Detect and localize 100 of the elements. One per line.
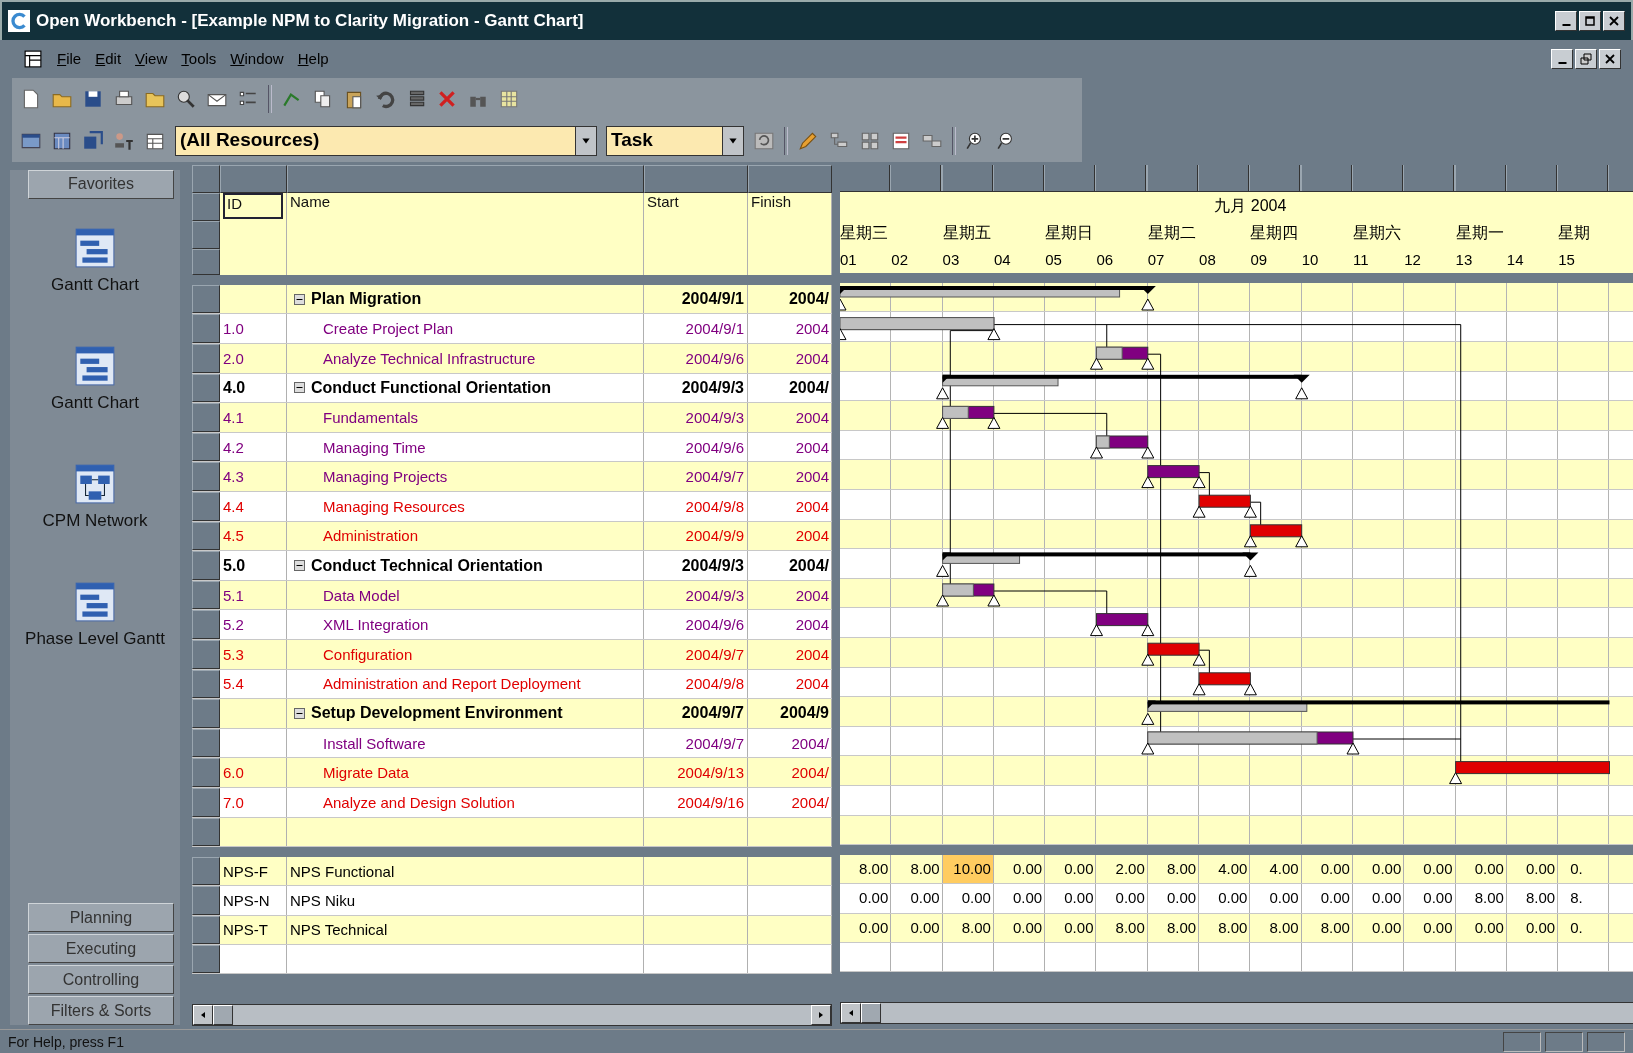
sidebar-item[interactable]: Gantt Chart xyxy=(10,340,180,417)
row-header[interactable] xyxy=(192,640,220,669)
row-header[interactable] xyxy=(192,373,220,403)
table-row[interactable]: Setup Development Environment 2004/9/7 2004/9 xyxy=(192,699,832,729)
table-row[interactable]: 5.0 Conduct Technical Orientation 2004/9/3 2004/ xyxy=(192,551,832,581)
scroll-thumb[interactable] xyxy=(213,1004,233,1025)
horizontal-scrollbar[interactable] xyxy=(192,1003,832,1026)
table-row[interactable]: NPS-N NPS Niku xyxy=(192,886,832,916)
row-header[interactable] xyxy=(192,314,220,344)
menu-item[interactable]: View xyxy=(130,48,173,70)
table-row[interactable] xyxy=(192,817,832,848)
day-label: 15 xyxy=(1558,251,1576,269)
pencil-icon[interactable] xyxy=(797,129,819,152)
menu-item[interactable]: Tools xyxy=(176,48,222,70)
table-row[interactable]: 7.0 Analyze and Design Solution 2004/9/16 2004/ xyxy=(192,787,832,818)
minimize-button[interactable] xyxy=(1555,11,1577,31)
maximize-button[interactable] xyxy=(1579,11,1601,31)
row-header[interactable] xyxy=(192,432,220,462)
save-all-icon[interactable] xyxy=(82,129,104,152)
table-row[interactable]: 4.2 Managing Time 2004/9/6 2004 xyxy=(192,432,832,463)
table-row[interactable]: 5.2 XML Integration 2004/9/6 2004 xyxy=(192,610,832,640)
table-row[interactable]: 4.0 Conduct Functional Orientation 2004/9/3 2004/ xyxy=(192,373,832,404)
row-header[interactable] xyxy=(192,817,220,847)
row-header[interactable] xyxy=(192,886,220,915)
row-header[interactable] xyxy=(192,248,220,275)
corner-header[interactable] xyxy=(192,164,220,193)
table-row[interactable]: 4.5 Administration 2004/9/9 2004 xyxy=(192,521,832,552)
sidebar-group-button[interactable]: Filters & Sorts xyxy=(28,996,174,1026)
column-header[interactable]: Finish xyxy=(751,192,791,210)
row-header[interactable] xyxy=(192,857,220,886)
table-row[interactable]: 4.3 Managing Projects 2004/9/7 2004 xyxy=(192,462,832,492)
column-header-blank[interactable] xyxy=(748,164,832,193)
table-row[interactable]: NPS-F NPS Functional xyxy=(192,857,832,887)
menu-item[interactable]: Edit xyxy=(90,48,127,70)
table-row[interactable]: 1.0 Create Project Plan 2004/9/1 2004 xyxy=(192,314,832,345)
sidebar-group-button[interactable]: Controlling xyxy=(28,965,174,995)
row-header[interactable] xyxy=(192,915,220,944)
column-header[interactable]: Start xyxy=(647,192,679,210)
allocation-cell: 0.00 xyxy=(1404,855,1456,884)
horizontal-scrollbar[interactable] xyxy=(840,1001,1633,1024)
row-header[interactable] xyxy=(192,220,220,249)
finish-date: 2004/ xyxy=(788,556,829,575)
resource-filter-dropdown[interactable]: (All Resources) xyxy=(175,125,597,156)
collapse-icon[interactable] xyxy=(294,560,305,571)
sidebar-item[interactable]: CPM Network xyxy=(10,458,180,535)
close-button[interactable] xyxy=(1603,11,1625,31)
collapse-icon[interactable] xyxy=(294,382,305,394)
weekday-label: 星期六 xyxy=(1352,222,1402,243)
sidebar-group-button[interactable]: Executing xyxy=(28,934,174,964)
column-header[interactable]: ID xyxy=(223,192,283,219)
row-header[interactable] xyxy=(192,403,220,432)
close-button[interactable] xyxy=(1599,48,1621,69)
row-header[interactable] xyxy=(192,192,220,221)
minimize-button[interactable] xyxy=(1551,48,1573,69)
row-header[interactable] xyxy=(192,669,220,699)
table-row[interactable]: 4.1 Fundamentals 2004/9/3 2004 xyxy=(192,403,832,433)
table-row[interactable]: Install Software 2004/9/7 2004/ xyxy=(192,728,832,759)
table-row[interactable]: 4.4 Managing Resources 2004/9/8 2004 xyxy=(192,492,832,522)
row-header[interactable] xyxy=(192,462,220,491)
row-header[interactable] xyxy=(192,787,220,817)
row-header[interactable] xyxy=(192,944,220,973)
table-row[interactable]: 6.0 Migrate Data 2004/9/13 2004/ xyxy=(192,758,832,788)
collapse-icon[interactable] xyxy=(294,707,305,719)
table-row[interactable]: 5.4 Administration and Report Deployment 2004/9/8 2004 xyxy=(192,669,832,700)
table-row[interactable]: 2.0 Analyze Technical Infrastructure 2004/9/6 2004 xyxy=(192,344,832,374)
row-header[interactable] xyxy=(192,728,220,758)
row-header[interactable] xyxy=(192,610,220,639)
sidebar-item[interactable]: Phase Level Gantt xyxy=(10,576,180,653)
resource-name: NPS Functional xyxy=(290,862,395,880)
row-header[interactable] xyxy=(192,699,220,728)
row-header[interactable] xyxy=(192,521,220,551)
restore-button[interactable] xyxy=(1575,48,1597,69)
table-row[interactable] xyxy=(192,944,832,974)
column-header-blank[interactable] xyxy=(220,164,287,193)
row-header[interactable] xyxy=(192,758,220,787)
table-row[interactable]: 5.3 Configuration 2004/9/7 2004 xyxy=(192,640,832,670)
menu-item[interactable]: Window xyxy=(225,48,289,70)
table-row[interactable]: NPS-T NPS Technical xyxy=(192,915,832,945)
row-header[interactable] xyxy=(192,551,220,580)
row-header[interactable] xyxy=(192,580,220,610)
sidebar-group-button[interactable]: Planning xyxy=(28,903,174,933)
column-header-blank[interactable] xyxy=(287,164,644,193)
menu-item[interactable]: File xyxy=(52,48,87,70)
table-row[interactable]: Plan Migration 2004/9/1 2004/ xyxy=(192,284,832,315)
row-header[interactable] xyxy=(192,284,220,314)
document-icon[interactable] xyxy=(24,49,42,68)
start-date: 2004/9/6 xyxy=(685,349,744,367)
row-header[interactable] xyxy=(192,344,220,373)
task-name: XML Integration xyxy=(322,616,429,634)
row-header[interactable] xyxy=(192,492,220,521)
table-row[interactable]: 5.1 Data Model 2004/9/3 2004 xyxy=(192,580,832,611)
scroll-thumb[interactable] xyxy=(861,1002,881,1023)
sidebar-item[interactable]: Gantt Chart xyxy=(10,222,180,299)
menu-item[interactable]: Help xyxy=(292,48,334,70)
favorites-button[interactable]: Favorites xyxy=(28,169,174,199)
collapse-icon[interactable] xyxy=(294,293,305,305)
view-filter-dropdown[interactable]: Task xyxy=(606,125,744,156)
task-name: Plan Migration xyxy=(311,290,422,309)
column-header[interactable]: Name xyxy=(290,192,330,210)
column-header-blank[interactable] xyxy=(644,164,748,193)
